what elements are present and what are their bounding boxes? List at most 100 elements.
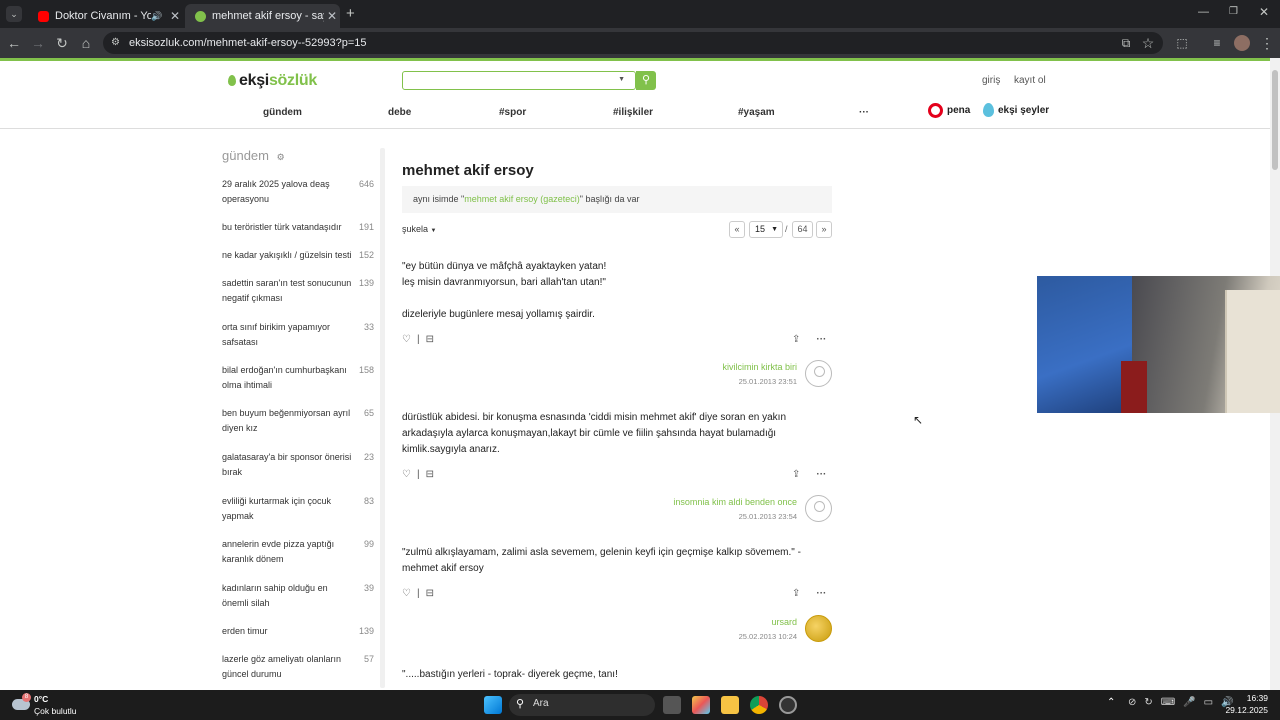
more-options-icon[interactable]: ···: [816, 588, 826, 599]
search-input[interactable]: ▼: [402, 71, 636, 90]
author-avatar[interactable]: [805, 615, 832, 642]
sidebar-item[interactable]: galatasaray'a bir sponsor önerisi bırak 2…: [222, 450, 378, 480]
sidebar-item[interactable]: ne kadar yakışıklı / güzelsin testi 152: [222, 248, 378, 263]
search-button[interactable]: ⚲: [636, 71, 656, 90]
pager-next-button[interactable]: »: [816, 221, 832, 238]
reload-icon[interactable]: ↻: [52, 33, 72, 53]
tab-search-button[interactable]: ⌄: [6, 6, 22, 22]
pena-link[interactable]: pena: [928, 103, 970, 118]
tray-chevron-icon[interactable]: ⌃: [1107, 697, 1115, 708]
bookmark-star-icon[interactable]: ☆: [1138, 33, 1158, 53]
scrollbar-thumb[interactable]: [1272, 70, 1278, 170]
share-icon[interactable]: ⇪: [792, 469, 800, 480]
clock-time[interactable]: 16:39: [1244, 693, 1268, 703]
install-app-icon[interactable]: ⧉: [1116, 33, 1136, 53]
windows-start-icon[interactable]: [484, 696, 502, 714]
nav-yasam[interactable]: #yaşam: [738, 107, 775, 118]
sidebar-item[interactable]: erden timur 139: [222, 624, 378, 639]
sidebar-item[interactable]: 29 aralık 2025 yalova deaş operasyonu 646: [222, 177, 378, 207]
same-name-link[interactable]: mehmet akif ersoy (gazeteci): [464, 194, 580, 204]
sidebar-title-text[interactable]: gündem: [222, 148, 269, 163]
nav-spor[interactable]: #spor: [499, 107, 526, 118]
more-options-icon[interactable]: ···: [816, 469, 826, 480]
sidebar-item[interactable]: annelerin evde pizza yaptığı karanlık dö…: [222, 537, 378, 567]
topic-title[interactable]: mehmet akif ersoy: [402, 162, 534, 179]
same-name-prefix: aynı isimde ": [413, 194, 465, 204]
sidebar-item[interactable]: evliliği kurtarmak için çocuk yapmak 83: [222, 494, 378, 524]
file-explorer-icon[interactable]: [721, 696, 739, 714]
pager-total-button[interactable]: 64: [792, 221, 813, 238]
back-icon[interactable]: ←: [4, 33, 24, 53]
extensions-icon[interactable]: ⬚: [1172, 33, 1192, 53]
more-options-icon[interactable]: ···: [816, 334, 826, 345]
entry-line: kimlik.saygıyla anarız.: [402, 444, 500, 455]
entry-author[interactable]: ursard: [771, 617, 797, 627]
chrome-icon[interactable]: [750, 696, 768, 714]
eksi-seyler-link[interactable]: ekşi şeyler: [983, 103, 1049, 117]
entry-content: "zulmü alkışlayamam, zalimi asla sevemem…: [402, 545, 822, 577]
weather-temp: 0°C: [34, 694, 49, 704]
nav-debe[interactable]: debe: [388, 107, 411, 118]
dislike-icon[interactable]: ⊟: [426, 334, 434, 345]
media-controls-icon[interactable]: ≡: [1207, 33, 1227, 53]
search-dropdown-icon[interactable]: ▼: [618, 76, 625, 83]
entry-date[interactable]: 25.01.2013 23:54: [739, 512, 797, 521]
menu-kebab-icon[interactable]: ⋮: [1257, 33, 1277, 53]
heart-icon[interactable]: ♡: [402, 588, 411, 599]
register-link[interactable]: kayıt ol: [1014, 75, 1046, 86]
sidebar-item[interactable]: ben buyum beğenmiyorsan ayrıl diyen kız 6…: [222, 406, 378, 436]
new-tab-button[interactable]: +: [346, 5, 355, 22]
nav-more[interactable]: ···: [859, 107, 869, 118]
heart-icon[interactable]: ♡: [402, 334, 411, 345]
site-info-icon[interactable]: ⚙: [111, 32, 120, 54]
nav-iliskiler[interactable]: #ilişkiler: [613, 107, 653, 118]
nav-gundem[interactable]: gündem: [263, 107, 302, 118]
pena-icon: [928, 103, 943, 118]
clock-date[interactable]: 29.12.2025: [1224, 705, 1268, 715]
pager-prev-button[interactable]: «: [729, 221, 745, 238]
taskbar-search[interactable]: ⚲ Ara: [509, 694, 655, 716]
weather-widget[interactable]: 8 0°C Çok bulutlu: [10, 693, 90, 717]
home-icon[interactable]: ⌂: [76, 33, 96, 53]
sidebar-item[interactable]: sadettin saran'ın test sonucunun negatif…: [222, 276, 378, 306]
minimize-icon[interactable]: —: [1198, 6, 1209, 18]
entry-author[interactable]: insomnia kim aldi benden once: [673, 497, 797, 507]
picture-in-picture-video[interactable]: [1037, 276, 1280, 413]
close-tab-icon[interactable]: ✕: [167, 9, 183, 23]
author-avatar[interactable]: [805, 360, 832, 387]
task-view-icon[interactable]: [663, 696, 681, 714]
dislike-icon[interactable]: ⊟: [426, 588, 434, 599]
address-bar[interactable]: ⚙ eksisozluk.com/mehmet-akif-ersoy--5299…: [103, 32, 1163, 54]
entry-date[interactable]: 25.01.2013 23:51: [739, 377, 797, 386]
copilot-icon[interactable]: [692, 696, 710, 714]
heart-icon[interactable]: ♡: [402, 469, 411, 480]
sidebar-item[interactable]: bilal erdoğan'ın cumhurbaşkanı olma ihti…: [222, 363, 378, 393]
pager-page-select[interactable]: 15 ▼: [749, 221, 783, 238]
site-logo[interactable]: ekşisözlük: [228, 72, 317, 90]
share-icon[interactable]: ⇪: [792, 588, 800, 599]
browser-tab-eksi[interactable]: mehmet akif ersoy - sayfa 15 - ✕: [185, 4, 340, 28]
forward-icon[interactable]: →: [28, 33, 48, 53]
login-link[interactable]: giriş: [982, 75, 1000, 86]
close-window-icon[interactable]: ✕: [1259, 5, 1269, 19]
entry-actions: ♡ | ⊟: [402, 588, 440, 599]
weather-badge: 8: [22, 693, 31, 702]
sidebar-item[interactable]: orta sınıf birikim yapamıyor safsatası 33: [222, 320, 378, 350]
speaker-icon[interactable]: 🔊: [151, 11, 167, 22]
author-avatar[interactable]: [805, 495, 832, 522]
sort-dropdown[interactable]: şukela ▼: [402, 224, 436, 234]
profile-avatar[interactable]: [1234, 35, 1250, 51]
sidebar-item[interactable]: bu teröristler türk vatandaşıdır 191: [222, 220, 378, 235]
settings-gear-icon[interactable]: ⚙: [277, 152, 285, 162]
entry-author[interactable]: kivilcimin kirkta biri: [722, 362, 797, 372]
sidebar-scrollbar[interactable]: [380, 148, 385, 688]
restore-icon[interactable]: ❐: [1229, 6, 1238, 17]
entry-date[interactable]: 25.02.2013 10:24: [739, 632, 797, 641]
app-icon[interactable]: [779, 696, 797, 714]
sidebar-item[interactable]: kadınların sahip olduğu en önemli silah 3…: [222, 581, 378, 611]
share-icon[interactable]: ⇪: [792, 334, 800, 345]
dislike-icon[interactable]: ⊟: [426, 469, 434, 480]
sidebar-item[interactable]: lazerle göz ameliyatı olanların güncel d…: [222, 652, 378, 682]
browser-tab-youtube[interactable]: Doktor Civanım - YouTube 🔊 ✕: [28, 4, 183, 28]
close-tab-icon[interactable]: ✕: [324, 9, 340, 23]
